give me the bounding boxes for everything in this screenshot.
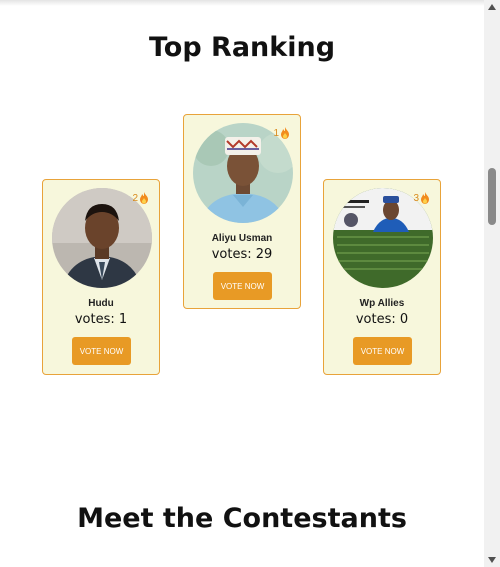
flame-icon [140, 192, 148, 204]
scroll-up-arrow-icon[interactable] [488, 4, 496, 10]
scrollbar-thumb[interactable] [488, 168, 496, 225]
flame-icon [421, 192, 429, 204]
vote-count: votes: 0 [355, 312, 409, 327]
vote-now-button[interactable]: VOTE NOW [72, 337, 131, 365]
vote-count: votes: 1 [74, 312, 128, 327]
rank-badge: 3 [413, 192, 430, 204]
vote-count: votes: 29 [211, 247, 273, 262]
ranking-card-3: 3 Wp Allies votes: 0 VOTE NOW [323, 179, 441, 375]
page-content: Top Ranking 2 Hudu votes: 1 VOTE NOW 1 A… [0, 0, 484, 567]
vote-now-button[interactable]: VOTE NOW [213, 272, 272, 300]
rank-badge: 1 [273, 127, 290, 139]
scroll-down-arrow-icon[interactable] [488, 557, 496, 563]
top-ranking-heading: Top Ranking [148, 32, 336, 63]
meet-contestants-heading: Meet the Contestants [77, 503, 407, 534]
vote-now-button[interactable]: VOTE NOW [353, 337, 412, 365]
ranking-card-2: 2 Hudu votes: 1 VOTE NOW [42, 179, 160, 375]
vertical-scrollbar[interactable] [484, 0, 500, 567]
rank-number: 1 [273, 127, 279, 139]
ranking-card-1: 1 Aliyu Usman votes: 29 VOTE NOW [183, 114, 301, 309]
contestant-name: Wp Allies [359, 298, 405, 309]
rank-number: 3 [413, 192, 419, 204]
contestant-name: Hudu [88, 298, 114, 309]
flame-icon [281, 127, 289, 139]
contestant-name: Aliyu Usman [211, 233, 273, 244]
rank-number: 2 [132, 192, 138, 204]
rank-badge: 2 [132, 192, 149, 204]
